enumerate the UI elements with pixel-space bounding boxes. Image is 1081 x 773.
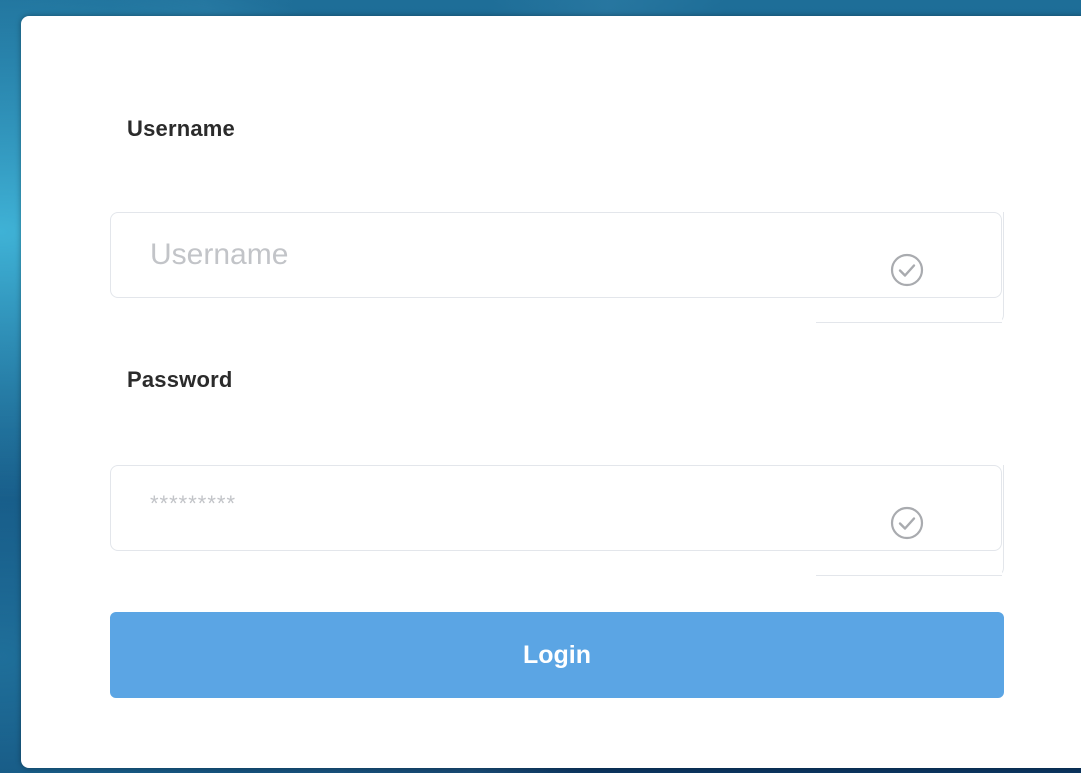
username-frame-bottom: [816, 297, 1002, 323]
login-button[interactable]: Login: [110, 612, 1004, 698]
password-field-group: [110, 461, 1004, 576]
check-circle-icon: [890, 506, 924, 540]
username-input[interactable]: [150, 212, 790, 298]
password-label: Password: [127, 367, 233, 392]
check-circle-icon: [890, 253, 924, 287]
login-card: Username Password Login: [21, 16, 1081, 768]
username-field-group: [110, 212, 1004, 323]
password-frame-bottom: [816, 550, 1002, 576]
password-input[interactable]: [150, 461, 790, 547]
username-label: Username: [127, 116, 235, 141]
